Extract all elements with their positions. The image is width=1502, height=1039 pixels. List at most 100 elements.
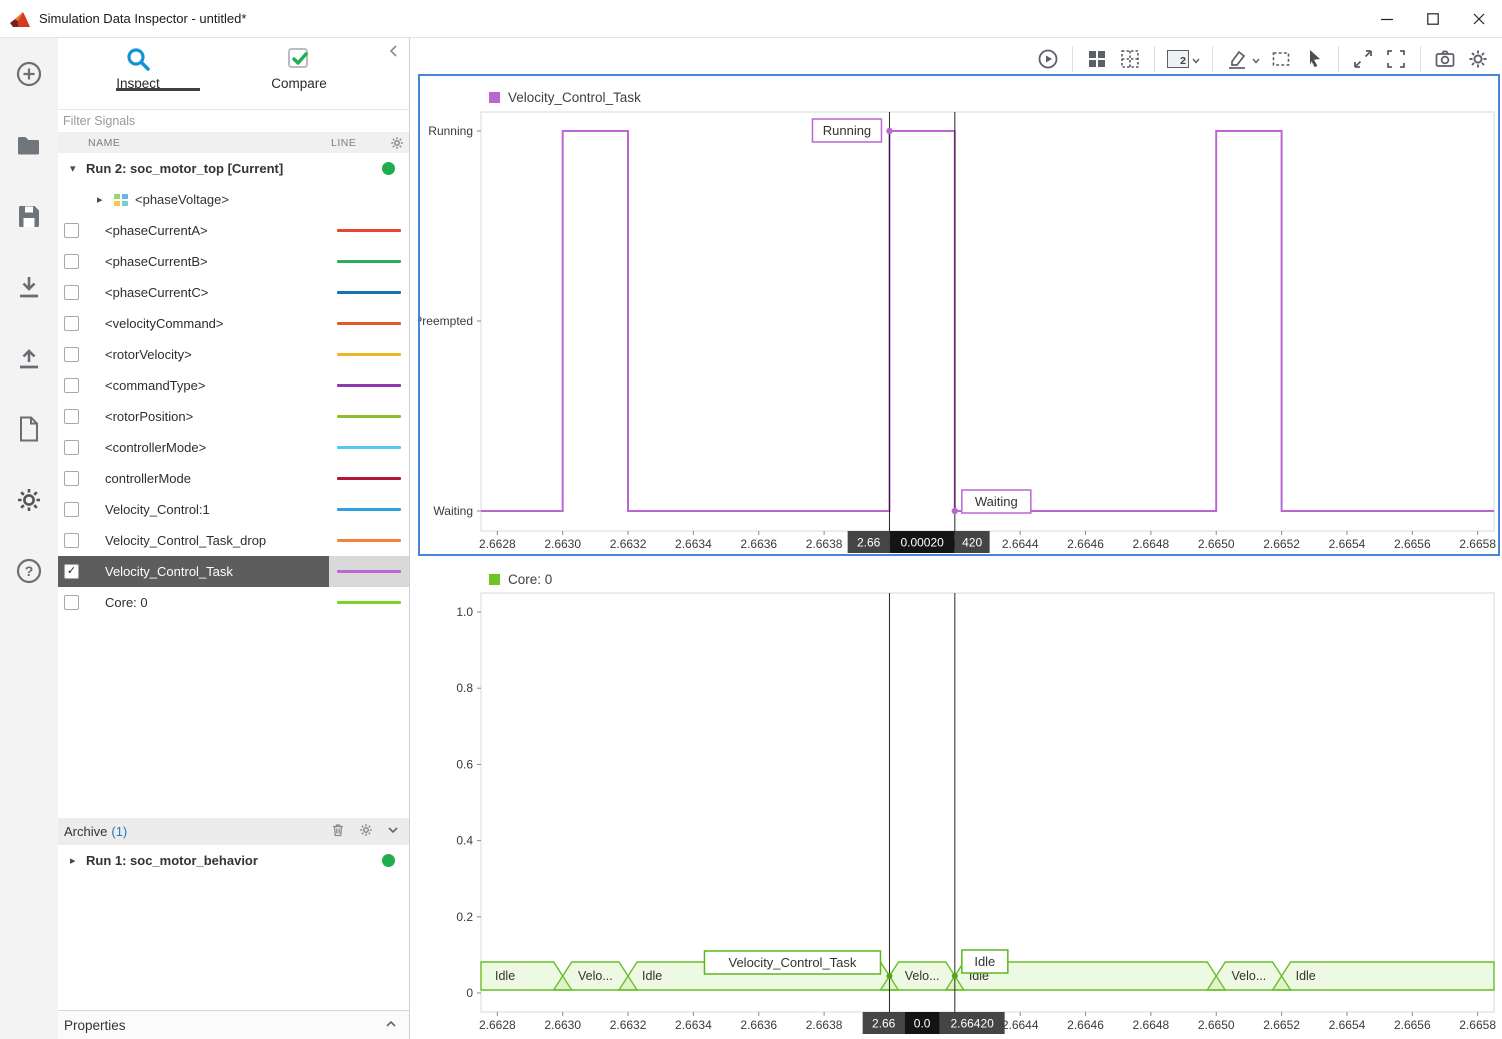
signal-row[interactable]: controllerMode (58, 463, 409, 494)
zoom-region-icon[interactable] (1269, 44, 1293, 74)
run-label: Run 1: soc_motor_behavior (86, 853, 258, 868)
run-row-current[interactable]: ▾ Run 2: soc_motor_top [Current] (58, 153, 409, 184)
left-toolbar: ? (0, 38, 58, 1039)
subplot-1[interactable]: Velocity_Control_Task RunningPreemptedWa… (418, 74, 1500, 556)
signal-line-style[interactable] (329, 432, 409, 463)
run-status-dot (382, 854, 395, 867)
column-settings-gear-icon[interactable] (390, 136, 404, 153)
signal-line-style[interactable] (329, 401, 409, 432)
create-report-icon[interactable] (0, 393, 58, 464)
add-run-icon[interactable] (0, 38, 58, 109)
task-state-plot-canvas[interactable]: RunningPreemptedWaiting2.66282.66302.663… (420, 76, 1498, 554)
signal-checkbox[interactable] (64, 409, 79, 424)
expander-icon[interactable]: ▸ (97, 193, 109, 206)
column-line-header[interactable]: LINE (331, 137, 356, 149)
properties-bar[interactable]: Properties (58, 1010, 409, 1039)
run-row-archived[interactable]: ▸ Run 1: soc_motor_behavior (58, 845, 409, 876)
signal-line-style[interactable] (329, 246, 409, 277)
subplot-2-legend[interactable]: Core: 0 (489, 572, 552, 587)
column-name-header[interactable]: NAME (88, 137, 120, 149)
signal-row[interactable]: <phaseCurrentC> (58, 277, 409, 308)
signal-row[interactable]: <rotorPosition> (58, 401, 409, 432)
signal-row[interactable]: <velocityCommand> (58, 308, 409, 339)
signal-line-style[interactable] (329, 556, 409, 587)
signal-row[interactable]: <rotorVelocity> (58, 339, 409, 370)
expander-icon[interactable]: ▸ (70, 854, 82, 867)
preferences-gear-icon[interactable] (0, 464, 58, 535)
settings-gear-icon[interactable] (1466, 44, 1490, 74)
signal-row[interactable]: ✓ Velocity_Control_Task (58, 556, 409, 587)
subplot-1-legend[interactable]: Velocity_Control_Task (489, 90, 641, 105)
signal-line-style[interactable] (329, 370, 409, 401)
signal-name: Velocity_Control_Task_drop (105, 533, 329, 548)
signal-checkbox[interactable] (64, 254, 79, 269)
archive-header[interactable]: Archive (1) (58, 818, 409, 845)
signal-checkbox[interactable] (64, 533, 79, 548)
pointer-icon[interactable] (1302, 44, 1326, 74)
signal-name: controllerMode (105, 471, 329, 486)
filter-signals-input[interactable]: Filter Signals (58, 110, 409, 133)
delete-archive-icon[interactable] (331, 823, 345, 840)
archive-settings-gear-icon[interactable] (359, 823, 373, 840)
snapshot-camera-icon[interactable] (1433, 44, 1457, 74)
brush-icon[interactable] (1225, 44, 1260, 74)
signal-checkbox[interactable] (64, 347, 79, 362)
maximize-icon[interactable] (1410, 0, 1456, 38)
signal-line-style[interactable] (329, 339, 409, 370)
close-icon[interactable] (1456, 0, 1502, 38)
properties-collapse-chevron-icon[interactable] (385, 1018, 397, 1033)
signal-checkbox[interactable] (64, 440, 79, 455)
open-icon[interactable] (0, 109, 58, 180)
import-icon[interactable] (0, 251, 58, 322)
signal-line-style[interactable] (329, 277, 409, 308)
signal-line-style[interactable] (329, 215, 409, 246)
grid-layout-icon[interactable] (1085, 44, 1109, 74)
signal-line-style[interactable] (329, 525, 409, 556)
save-icon[interactable] (0, 180, 58, 251)
signal-checkbox[interactable]: ✓ (64, 564, 79, 579)
legend-label: Core: 0 (508, 572, 552, 587)
signal-row[interactable]: Core: 0 (58, 587, 409, 618)
signal-row[interactable]: Velocity_Control_Task_drop (58, 525, 409, 556)
signal-line-style[interactable] (329, 587, 409, 618)
signal-line-style[interactable] (329, 494, 409, 525)
signal-row[interactable]: Velocity_Control:1 (58, 494, 409, 525)
inspect-icon (125, 46, 151, 72)
export-icon[interactable] (0, 322, 58, 393)
svg-text:Running: Running (823, 123, 871, 138)
svg-text:0.8: 0.8 (456, 681, 473, 695)
signal-row[interactable]: <phaseCurrentB> (58, 246, 409, 277)
signal-checkbox[interactable] (64, 595, 79, 610)
signal-checkbox[interactable] (64, 471, 79, 486)
signal-checkbox[interactable] (64, 223, 79, 238)
core-activity-plot-canvas[interactable]: 1.00.80.60.40.202.66282.66302.66322.6634… (418, 560, 1502, 1039)
playback-icon[interactable] (1036, 44, 1060, 74)
subplots-dropdown[interactable]: 2 (1167, 44, 1200, 74)
svg-text:2.6654: 2.6654 (1329, 1018, 1366, 1032)
minimize-icon[interactable] (1364, 0, 1410, 38)
svg-text:2.6634: 2.6634 (675, 537, 712, 551)
signal-name: Velocity_Control_Task (105, 564, 329, 579)
signal-row[interactable]: <controllerMode> (58, 432, 409, 463)
signal-row[interactable]: <commandType> (58, 370, 409, 401)
signal-checkbox[interactable] (64, 316, 79, 331)
subplot-2[interactable]: Core: 0 1.00.80.60.40.202.66282.66302.66… (418, 560, 1502, 1039)
tab-compare[interactable]: Compare (239, 46, 359, 91)
fit-to-view-icon[interactable] (1351, 44, 1375, 74)
tab-inspect[interactable]: Inspect (78, 46, 198, 91)
signal-checkbox[interactable] (64, 502, 79, 517)
maximize-plot-icon[interactable] (1384, 44, 1408, 74)
signal-group-row[interactable]: ▸ <phaseVoltage> (58, 184, 409, 215)
archive-collapse-chevron-icon[interactable] (387, 824, 399, 839)
signal-line-style[interactable] (329, 308, 409, 339)
collapse-sidebar-icon[interactable] (385, 42, 401, 60)
help-icon[interactable]: ? (0, 535, 58, 606)
signal-checkbox[interactable] (64, 378, 79, 393)
edit-grid-icon[interactable] (1118, 44, 1142, 74)
archive-count: (1) (111, 824, 127, 839)
legend-label: Velocity_Control_Task (508, 90, 641, 105)
signal-checkbox[interactable] (64, 285, 79, 300)
expander-icon[interactable]: ▾ (70, 162, 82, 175)
signal-row[interactable]: <phaseCurrentA> (58, 215, 409, 246)
signal-line-style[interactable] (329, 463, 409, 494)
